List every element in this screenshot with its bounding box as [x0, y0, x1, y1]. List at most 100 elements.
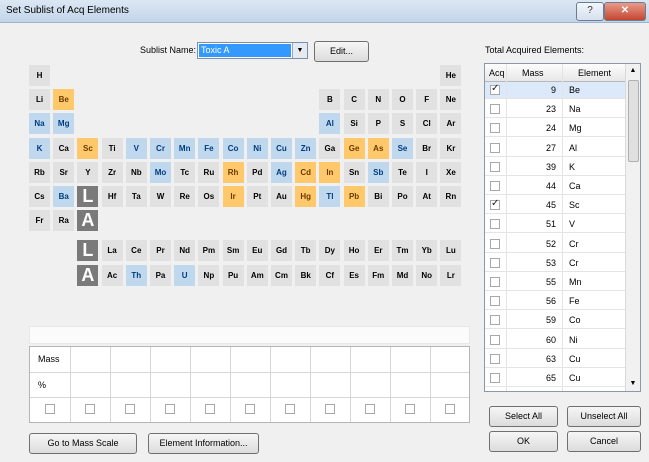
- acq-checkbox[interactable]: [490, 238, 500, 249]
- element-cell[interactable]: Xe: [440, 161, 462, 183]
- acq-checkbox[interactable]: [490, 353, 500, 364]
- element-cell[interactable]: Md: [392, 264, 413, 286]
- acq-checkbox[interactable]: [490, 181, 500, 191]
- mass-checkbox[interactable]: [445, 404, 455, 414]
- acq-checkbox[interactable]: [490, 277, 500, 287]
- acq-checkbox[interactable]: ✓: [490, 83, 500, 95]
- element-cell[interactable]: Cd: [295, 161, 317, 183]
- element-cell[interactable]: Br: [416, 137, 438, 159]
- unselect-all-button[interactable]: Unselect All: [567, 406, 641, 427]
- element-cell[interactable]: Zr: [101, 161, 123, 183]
- element-cell[interactable]: Ca: [53, 137, 75, 159]
- acq-checkbox[interactable]: [490, 142, 500, 153]
- element-cell[interactable]: Au: [271, 186, 292, 207]
- element-cell[interactable]: Tm: [392, 240, 413, 262]
- chevron-down-icon[interactable]: ▼: [292, 43, 307, 58]
- element-cell[interactable]: Rb: [29, 161, 50, 183]
- element-cell[interactable]: I: [416, 161, 438, 183]
- element-cell[interactable]: Hg: [295, 186, 317, 207]
- element-cell[interactable]: Sn: [343, 161, 365, 183]
- element-cell[interactable]: Bk: [295, 264, 317, 286]
- acq-checkbox[interactable]: ✓: [490, 198, 500, 211]
- element-cell[interactable]: Te: [392, 161, 413, 183]
- col-element[interactable]: Element: [578, 68, 611, 78]
- mass-checkbox[interactable]: [165, 404, 175, 414]
- acq-checkbox[interactable]: [490, 373, 500, 383]
- element-information-button[interactable]: Element Information...: [148, 433, 259, 454]
- element-cell[interactable]: At: [416, 186, 438, 207]
- element-cell[interactable]: Ne: [440, 89, 462, 111]
- element-cell[interactable]: V: [125, 137, 147, 159]
- element-cell[interactable]: Nd: [174, 240, 196, 262]
- cancel-button[interactable]: Cancel: [567, 431, 641, 452]
- acq-checkbox[interactable]: [490, 219, 500, 230]
- element-cell[interactable]: Ce: [125, 240, 147, 262]
- element-cell[interactable]: Sr: [53, 161, 75, 183]
- acq-checkbox[interactable]: [490, 334, 500, 345]
- col-acq[interactable]: Acq: [489, 68, 505, 78]
- element-cell[interactable]: Lu: [440, 240, 462, 262]
- element-cell[interactable]: Am: [246, 264, 268, 286]
- element-cell[interactable]: Sb: [367, 161, 389, 183]
- element-cell[interactable]: Pa: [150, 264, 171, 286]
- element-cell[interactable]: Eu: [246, 240, 268, 262]
- element-cell[interactable]: Cs: [29, 186, 50, 207]
- element-cell[interactable]: Sc: [77, 137, 99, 159]
- help-button[interactable]: ?: [576, 2, 604, 21]
- element-cell[interactable]: Se: [392, 137, 413, 159]
- mass-checkbox[interactable]: [285, 404, 295, 414]
- element-cell[interactable]: Os: [198, 186, 220, 207]
- col-mass[interactable]: Mass: [522, 68, 544, 78]
- element-cell[interactable]: As: [367, 137, 389, 159]
- element-cell[interactable]: Hf: [101, 186, 123, 207]
- element-cell[interactable]: Ac: [101, 264, 123, 286]
- element-cell[interactable]: B: [319, 89, 341, 111]
- element-cell[interactable]: Na: [29, 113, 50, 135]
- element-cell[interactable]: Al: [319, 113, 341, 135]
- element-cell[interactable]: Es: [343, 264, 365, 286]
- acq-checkbox[interactable]: [490, 123, 500, 134]
- element-cell[interactable]: Fe: [198, 137, 220, 159]
- element-cell[interactable]: Co: [222, 137, 244, 159]
- element-cell[interactable]: Pu: [222, 264, 244, 286]
- element-cell[interactable]: Pm: [198, 240, 220, 262]
- element-cell[interactable]: Tc: [174, 161, 196, 183]
- mass-checkbox[interactable]: [125, 404, 135, 414]
- mass-checkbox[interactable]: [85, 404, 95, 414]
- element-cell[interactable]: Bi: [367, 186, 389, 207]
- element-cell[interactable]: Ni: [246, 137, 268, 159]
- element-cell[interactable]: Pb: [343, 186, 365, 207]
- element-cell[interactable]: Ru: [198, 161, 220, 183]
- element-cell[interactable]: Ba: [53, 186, 75, 207]
- edit-button[interactable]: Edit...: [314, 41, 369, 62]
- element-cell[interactable]: Rh: [222, 161, 244, 183]
- element-cell[interactable]: Kr: [440, 137, 462, 159]
- element-cell[interactable]: Yb: [416, 240, 438, 262]
- element-cell[interactable]: Ar: [440, 113, 462, 135]
- element-cell[interactable]: Fm: [367, 264, 389, 286]
- element-cell[interactable]: Cu: [271, 137, 292, 159]
- element-cell[interactable]: Ge: [343, 137, 365, 159]
- element-list[interactable]: Acq Mass Element ✓ 9 Be 23 Na 24 Mg 27 Al 39 K 44 Ca…: [484, 63, 641, 392]
- element-cell[interactable]: Pd: [246, 161, 268, 183]
- element-cell[interactable]: He: [440, 65, 462, 86]
- element-cell[interactable]: Nb: [125, 161, 147, 183]
- element-cell[interactable]: La: [101, 240, 123, 262]
- element-cell[interactable]: Ti: [101, 137, 123, 159]
- mass-checkbox[interactable]: [205, 404, 215, 414]
- element-cell[interactable]: O: [392, 89, 413, 111]
- element-cell[interactable]: Ho: [343, 240, 365, 262]
- ok-button[interactable]: OK: [489, 431, 558, 452]
- element-cell[interactable]: Lr: [440, 264, 462, 286]
- element-cell[interactable]: Er: [367, 240, 389, 262]
- acq-checkbox[interactable]: [490, 104, 500, 115]
- scroll-up-icon[interactable]: ▲: [626, 64, 640, 78]
- sublist-name-combobox[interactable]: Toxic A ▼: [197, 42, 308, 59]
- element-cell[interactable]: N: [367, 89, 389, 111]
- element-cell[interactable]: Fr: [29, 210, 50, 232]
- element-cell[interactable]: Sm: [222, 240, 244, 262]
- element-cell[interactable]: Rn: [440, 186, 462, 207]
- scroll-thumb[interactable]: [628, 80, 639, 162]
- acq-checkbox[interactable]: [490, 296, 500, 307]
- element-cell[interactable]: Ga: [319, 137, 341, 159]
